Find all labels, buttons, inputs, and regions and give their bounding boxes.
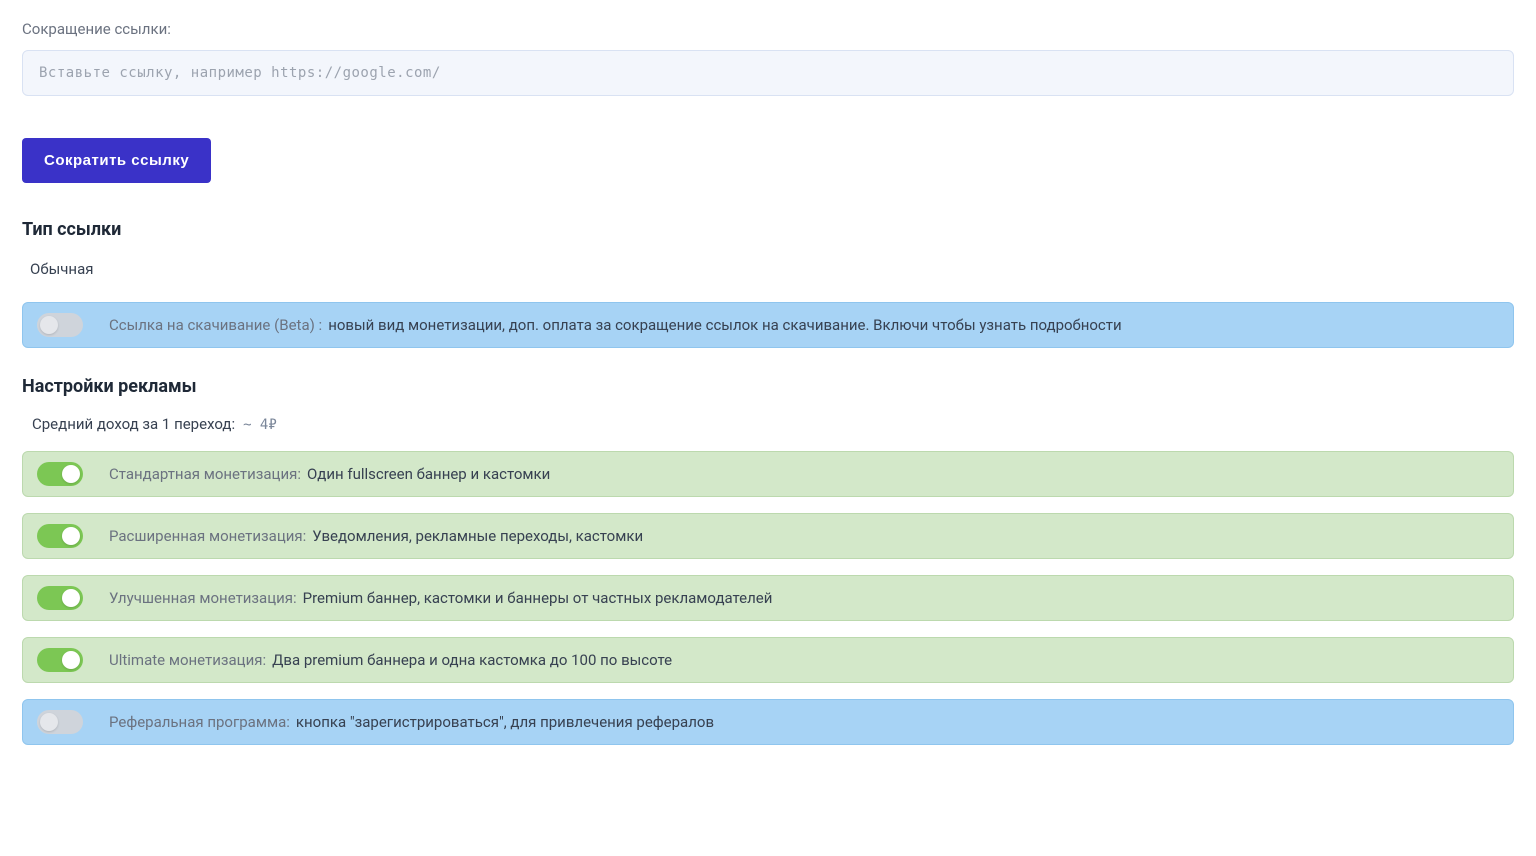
avg-income-value: ~ 4₽ <box>243 417 277 433</box>
ultimate-monetization-desc: Два premium баннера и одна кастомка до 1… <box>272 651 672 669</box>
referral-program-label: Реферальная программа: <box>109 713 290 731</box>
ad-settings-heading: Настройки рекламы <box>22 376 1514 397</box>
referral-program-desc: кнопка "зарегистрироваться", для привлеч… <box>296 713 714 731</box>
shorten-button[interactable]: Сократить ссылку <box>22 138 211 183</box>
improved-monetization-label: Улучшенная монетизация: <box>109 589 297 607</box>
url-input[interactable] <box>22 50 1514 96</box>
ultimate-monetization-label: Ultimate монетизация: <box>109 651 266 669</box>
shorten-label: Сокращение ссылки: <box>22 20 1514 38</box>
standard-monetization-label: Стандартная монетизация: <box>109 465 301 483</box>
standard-monetization-toggle[interactable] <box>37 462 83 486</box>
download-link-toggle[interactable] <box>37 313 83 337</box>
download-link-row: Ссылка на скачивание (Beta) : новый вид … <box>22 302 1514 348</box>
download-link-label: Ссылка на скачивание (Beta) : <box>109 316 322 334</box>
referral-program-row: Реферальная программа: кнопка "зарегистр… <box>22 699 1514 745</box>
standard-monetization-desc: Один fullscreen баннер и кастомки <box>307 465 550 483</box>
download-link-desc: новый вид монетизации, доп. оплата за со… <box>328 316 1121 334</box>
improved-monetization-toggle[interactable] <box>37 586 83 610</box>
referral-program-toggle[interactable] <box>37 710 83 734</box>
standard-monetization-row: Стандартная монетизация: Один fullscreen… <box>22 451 1514 497</box>
improved-monetization-desc: Premium баннер, кастомки и баннеры от ча… <box>303 589 773 607</box>
ultimate-monetization-row: Ultimate монетизация: Два premium баннер… <box>22 637 1514 683</box>
extended-monetization-row: Расширенная монетизация: Уведомления, ре… <box>22 513 1514 559</box>
ultimate-monetization-toggle[interactable] <box>37 648 83 672</box>
improved-monetization-row: Улучшенная монетизация: Premium баннер, … <box>22 575 1514 621</box>
avg-income-label: Средний доход за 1 переход: <box>32 415 235 433</box>
extended-monetization-toggle[interactable] <box>37 524 83 548</box>
extended-monetization-label: Расширенная монетизация: <box>109 527 306 545</box>
link-type-value: Обычная <box>22 254 1514 302</box>
extended-monetization-desc: Уведомления, рекламные переходы, кастомк… <box>312 527 643 545</box>
link-type-heading: Тип ссылки <box>22 219 1514 240</box>
